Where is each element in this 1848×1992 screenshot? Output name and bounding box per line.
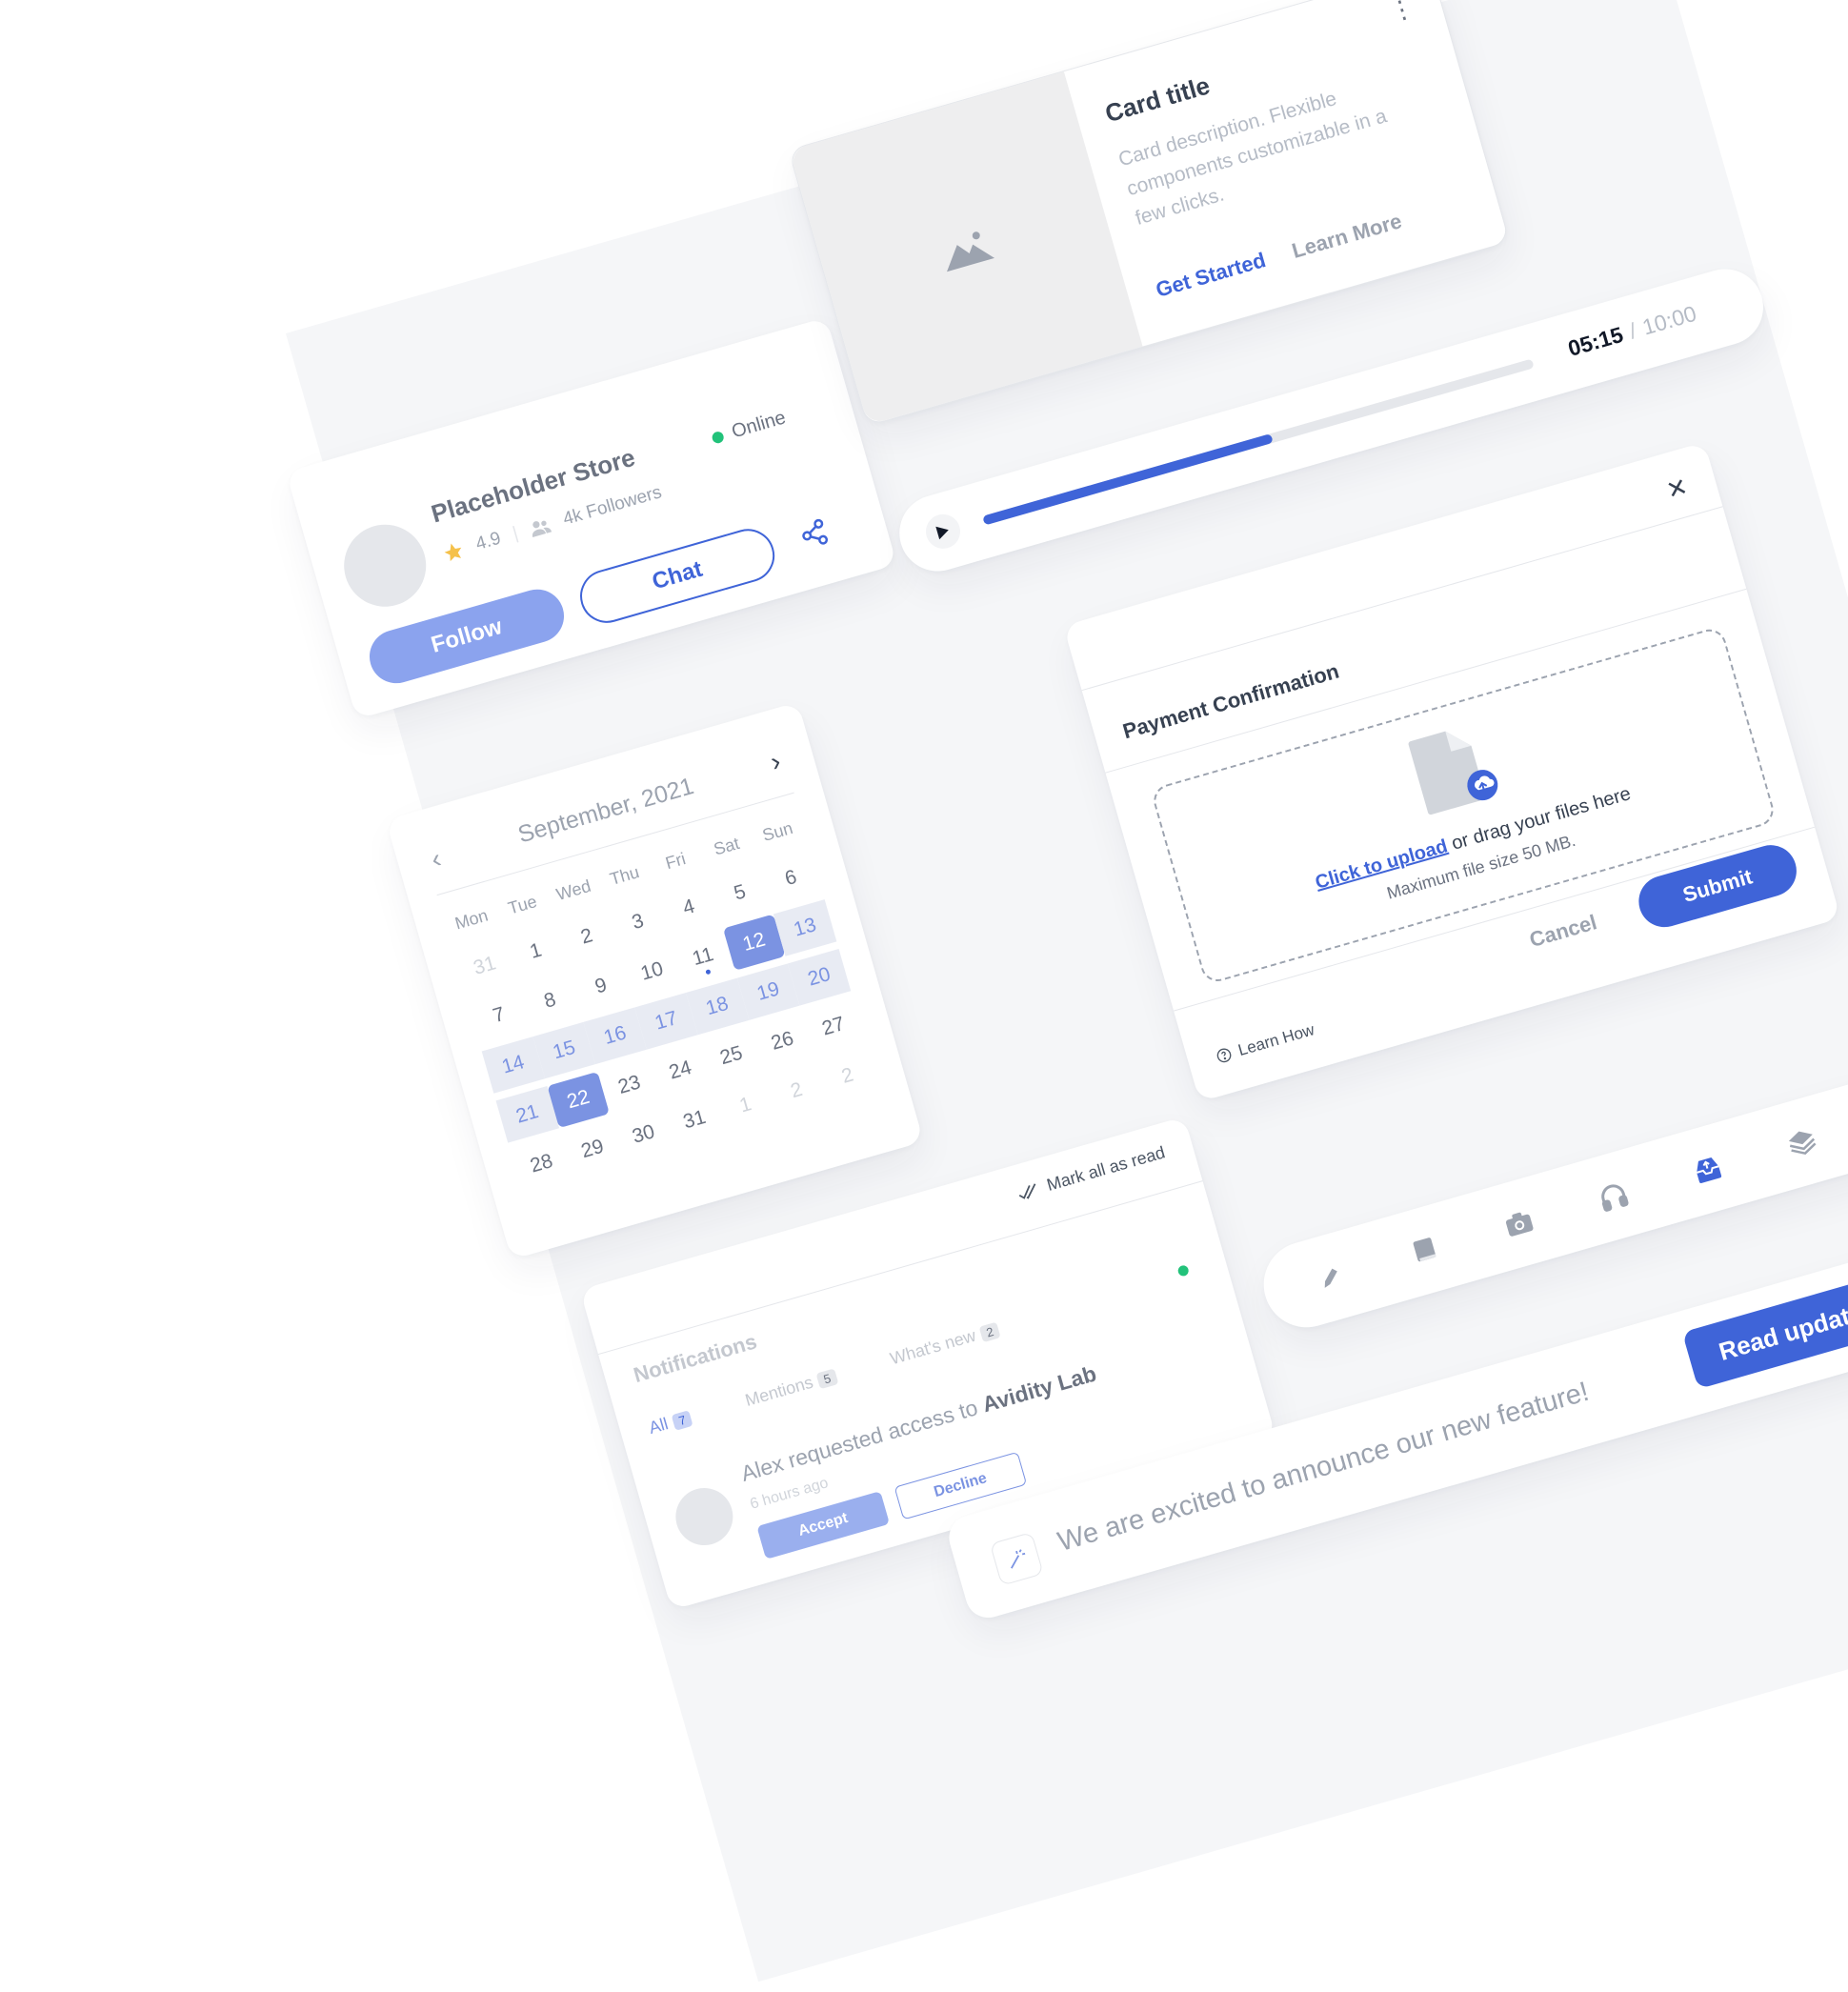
learn-how-link[interactable]: Learn How bbox=[1215, 1020, 1317, 1067]
image-icon bbox=[935, 223, 997, 274]
book-icon[interactable] bbox=[1404, 1229, 1447, 1272]
learn-more-link[interactable]: Learn More bbox=[1289, 209, 1404, 264]
tab-whats-new[interactable]: What's new 2 bbox=[888, 1319, 1001, 1370]
status-online: Online bbox=[710, 407, 789, 449]
calendar-day[interactable]: 13 bbox=[773, 899, 837, 956]
close-icon[interactable]: ✕ bbox=[1663, 472, 1691, 506]
headphones-icon[interactable] bbox=[1592, 1176, 1635, 1218]
progress-fill bbox=[982, 433, 1274, 526]
play-icon bbox=[934, 522, 952, 540]
card-actions: Get Started Learn More bbox=[1154, 209, 1405, 303]
current-time: 05:15 bbox=[1565, 321, 1626, 361]
learn-how-label: Learn How bbox=[1235, 1020, 1316, 1060]
magic-wand-icon bbox=[989, 1531, 1044, 1586]
total-time: 10:00 bbox=[1639, 300, 1699, 340]
tab-label: All bbox=[646, 1414, 671, 1438]
message-target: Avidity Lab bbox=[979, 1360, 1099, 1418]
tab-count: 5 bbox=[815, 1368, 838, 1390]
modal-title: Payment Confirmation bbox=[1119, 658, 1342, 744]
file-upload-icon bbox=[1400, 715, 1506, 821]
double-check-icon bbox=[1016, 1181, 1041, 1201]
cancel-button[interactable]: Cancel bbox=[1527, 910, 1600, 953]
tab-label: Mentions bbox=[743, 1372, 815, 1410]
share-icon[interactable] bbox=[796, 516, 832, 552]
calendar-day[interactable]: 6 bbox=[759, 850, 822, 907]
pen-icon[interactable] bbox=[1310, 1257, 1353, 1299]
tab-count: 7 bbox=[671, 1410, 693, 1431]
calendar-card: ‹ September, 2021 › Mon Tue Wed Thu Fri Sat Su… bbox=[385, 701, 924, 1260]
more-options-icon[interactable]: ⋮ bbox=[1386, 0, 1417, 27]
weekday-label: Sun bbox=[760, 817, 795, 845]
help-circle-icon bbox=[1215, 1046, 1234, 1065]
time-separator: / bbox=[1626, 317, 1639, 344]
scene: Placeholder Store Online 4.9 | 4k Follow… bbox=[0, 0, 1848, 1982]
get-started-link[interactable]: Get Started bbox=[1154, 248, 1269, 303]
layers-icon[interactable] bbox=[1780, 1121, 1823, 1164]
camera-icon[interactable] bbox=[1498, 1202, 1541, 1245]
calendar-day[interactable]: 20 bbox=[787, 949, 852, 1006]
store-avatar bbox=[334, 514, 436, 616]
status-label: Online bbox=[729, 407, 789, 443]
image-placeholder bbox=[789, 71, 1143, 426]
calendar-day[interactable]: 2 bbox=[816, 1048, 879, 1105]
rating-value: 4.9 bbox=[473, 528, 504, 555]
component-board: Placeholder Store Online 4.9 | 4k Follow… bbox=[286, 0, 1848, 1982]
unread-dot bbox=[1176, 1264, 1191, 1278]
online-dot bbox=[711, 430, 725, 445]
calendar-grid: Mon Tue Wed Thu Fri Sat Sun 31 1 2 3 4 5 6 7 8 9 10 11 12 13… bbox=[441, 806, 879, 1192]
progress-track[interactable] bbox=[982, 358, 1535, 526]
tab-label: What's new bbox=[888, 1325, 978, 1369]
avatar bbox=[669, 1480, 740, 1553]
tab-mentions[interactable]: Mentions 5 bbox=[743, 1366, 838, 1411]
tab-all[interactable]: All 7 bbox=[647, 1407, 693, 1439]
followers-icon bbox=[529, 515, 553, 537]
star-icon bbox=[440, 539, 466, 565]
calendar-day[interactable]: 27 bbox=[802, 998, 865, 1056]
upload-dropzone[interactable]: Click to upload or drag your files here … bbox=[1150, 625, 1778, 986]
payment-modal: ✕ Payment Confirmation Click to upload o… bbox=[1063, 441, 1841, 1102]
mark-all-label: Mark all as read bbox=[1044, 1142, 1168, 1195]
inbox-icon[interactable] bbox=[1686, 1148, 1729, 1191]
read-update-button[interactable]: Read update bbox=[1681, 1274, 1848, 1390]
tab-count: 2 bbox=[978, 1321, 1001, 1343]
time-readout: 05:15/10:00 bbox=[1565, 301, 1699, 362]
followers-count: 4k Followers bbox=[560, 482, 665, 530]
store-card: Placeholder Store Online 4.9 | 4k Follow… bbox=[286, 316, 897, 720]
play-button[interactable] bbox=[921, 510, 965, 553]
card-title: Card title bbox=[1101, 70, 1214, 129]
chat-button[interactable]: Chat bbox=[573, 522, 781, 630]
mark-all-read-button[interactable]: Mark all as read bbox=[1015, 1142, 1168, 1203]
